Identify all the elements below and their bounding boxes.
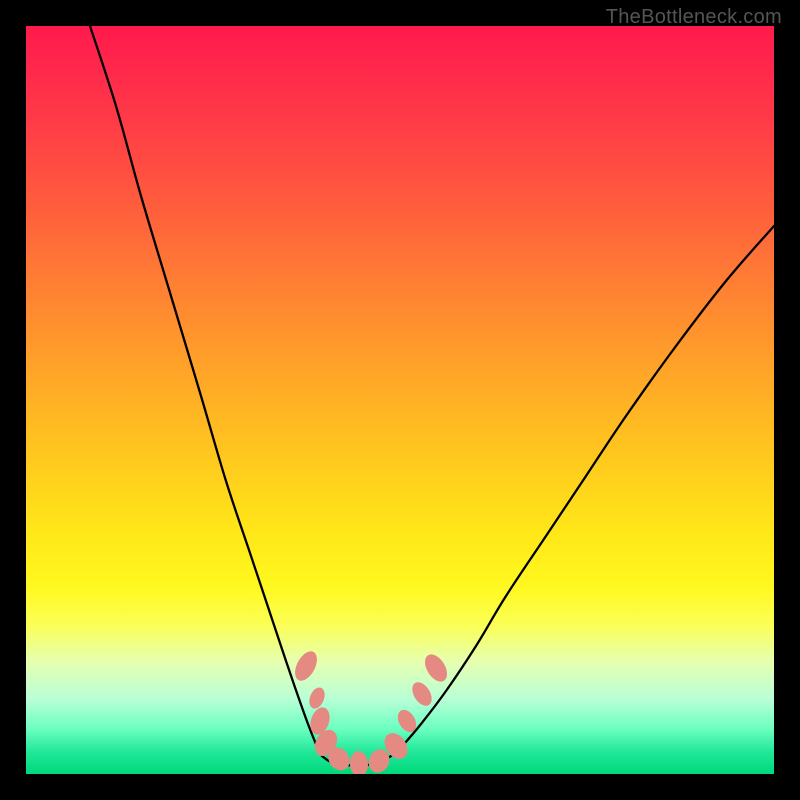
left-curve [90, 26, 322, 756]
data-marker [306, 685, 327, 711]
chart-svg [26, 26, 774, 774]
data-markers [291, 648, 452, 774]
data-marker [408, 679, 435, 710]
data-marker [420, 651, 451, 686]
right-curve [394, 226, 774, 754]
data-marker [291, 648, 322, 685]
data-marker [350, 751, 369, 774]
plot-area [26, 26, 774, 774]
